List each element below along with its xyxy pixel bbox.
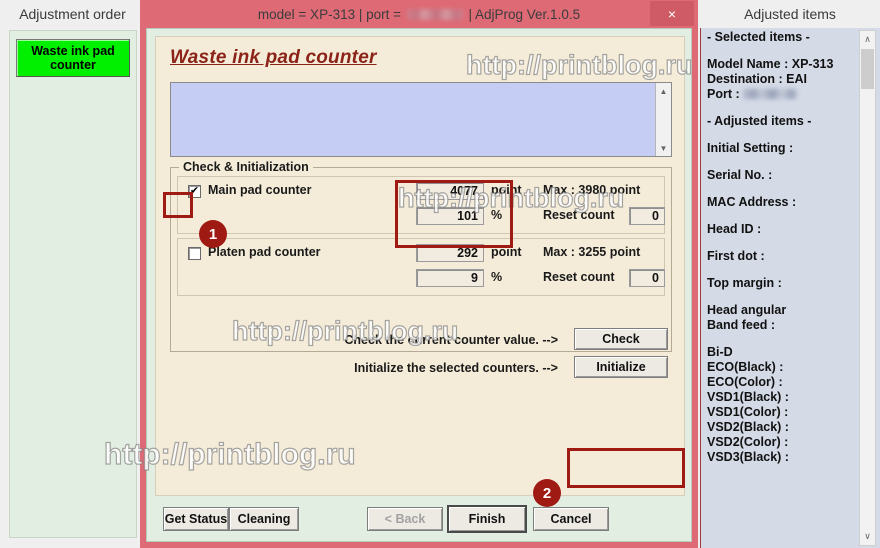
scrollbar-thumb[interactable] <box>861 49 874 89</box>
adjustment-order-list: Waste ink pad counter <box>9 30 137 538</box>
list-item-head-id: Head ID : <box>707 222 762 236</box>
platen-pad-percent-unit: % <box>491 270 503 284</box>
adjprog-dialog: model = XP-313 | port = | AdjProg Ver.1.… <box>140 0 698 548</box>
main-pad-percent-unit: % <box>491 208 503 222</box>
selected-items-heading: - Selected items - <box>707 30 810 44</box>
main-pad-percent-field[interactable]: 101 <box>416 207 484 225</box>
dialog-button-bar: Get Status Cleaning < Back Finish Cancel <box>155 505 685 537</box>
platen-pad-reset-label: Reset count <box>543 270 615 284</box>
scroll-up-icon[interactable]: ∧ <box>860 31 875 48</box>
list-item-initial-setting: Initial Setting : <box>707 141 794 155</box>
list-item-top-margin: Top margin : <box>707 276 782 290</box>
list-item-head-angular: Head angular <box>707 303 787 317</box>
platen-pad-reset-field[interactable]: 0 <box>629 269 665 287</box>
scroll-down-icon[interactable]: ▼ <box>656 140 671 156</box>
main-pad-point-unit: point <box>491 183 522 197</box>
bid-heading: Bi-D <box>707 345 733 359</box>
check-instruction-text: Check the current counter value. --> <box>344 333 558 347</box>
close-icon[interactable]: × <box>650 1 694 26</box>
list-item-vsd1-color: VSD1(Color) : <box>707 405 789 419</box>
list-item-eco-color: ECO(Color) : <box>707 375 783 389</box>
cleaning-button[interactable]: Cleaning <box>229 507 299 531</box>
check-button[interactable]: Check <box>574 328 668 350</box>
list-item-band-feed: Band feed : <box>707 318 776 332</box>
adjusted-items-box: - Selected items - Model Name : XP-313 D… <box>700 28 880 548</box>
main-pad-counter-row: ✔ Main pad counter 4077 point Max : 3980… <box>177 176 665 234</box>
port-redacted-blur-sidebar <box>743 89 798 99</box>
list-item-vsd1-black: VSD1(Black) : <box>707 390 789 404</box>
adjusted-items-header: Adjusted items <box>744 6 836 22</box>
log-textarea[interactable]: ▲ ▼ <box>170 82 672 157</box>
platen-pad-point-unit: point <box>491 245 522 259</box>
sidebar-item-waste-ink-pad-counter[interactable]: Waste ink pad counter <box>16 39 130 77</box>
list-item-first-dot: First dot : <box>707 249 765 263</box>
dialog-title-suffix: | AdjProg Ver.1.0.5 <box>464 6 581 22</box>
main-pad-point-field[interactable]: 4077 <box>416 182 484 200</box>
list-item-mac-address: MAC Address : <box>707 195 797 209</box>
platen-pad-max-label: Max : 3255 point <box>543 245 641 259</box>
list-item-vsd2-color: VSD2(Color) : <box>707 435 789 449</box>
platen-pad-counter-checkbox[interactable] <box>188 247 201 260</box>
cancel-button[interactable]: Cancel <box>533 507 609 531</box>
dialog-title: model = XP-313 | port = | AdjProg Ver.1.… <box>258 7 580 22</box>
platen-pad-counter-label: Platen pad counter <box>208 245 321 259</box>
annotation-badge-1: 1 <box>199 220 227 248</box>
log-scrollbar[interactable]: ▲ ▼ <box>655 83 671 156</box>
dialog-titlebar: model = XP-313 | port = | AdjProg Ver.1.… <box>140 0 698 28</box>
port-label: Port : <box>707 87 744 101</box>
main-pad-reset-label: Reset count <box>543 208 615 222</box>
get-status-button[interactable]: Get Status <box>163 507 229 531</box>
page-title: Waste ink pad counter <box>170 47 377 68</box>
main-pad-counter-checkbox[interactable]: ✔ <box>188 185 201 198</box>
list-item-eco-black: ECO(Black) : <box>707 360 784 374</box>
check-initialization-groupbox: Check & Initialization ✔ Main pad counte… <box>170 160 672 352</box>
main-pad-counter-label: Main pad counter <box>208 183 312 197</box>
port-value: Port : <box>707 87 854 101</box>
list-item-serial-no: Serial No. : <box>707 168 773 182</box>
destination-value: Destination : EAI <box>707 72 808 86</box>
scroll-up-icon[interactable]: ▲ <box>656 83 671 99</box>
groupbox-legend: Check & Initialization <box>179 160 313 174</box>
back-button: < Back <box>367 507 443 531</box>
initialize-instruction-text: Initialize the selected counters. --> <box>354 361 558 375</box>
port-redacted-blur <box>406 8 463 20</box>
adjusted-items-heading: - Adjusted items - <box>707 114 812 128</box>
platen-pad-point-field[interactable]: 292 <box>416 244 484 262</box>
main-pad-max-label: Max : 3980 point <box>543 183 641 197</box>
waste-ink-pad-content-panel: Waste ink pad counter ▲ ▼ Check & Initia… <box>155 36 685 496</box>
main-pad-reset-field[interactable]: 0 <box>629 207 665 225</box>
adjusted-items-panel: Adjusted items - Selected items - Model … <box>700 0 880 548</box>
adjustment-order-panel: Adjustment order Waste ink pad counter <box>0 0 145 548</box>
platen-pad-percent-field[interactable]: 9 <box>416 269 484 287</box>
adjusted-items-scrollbar[interactable]: ∧ ∨ <box>859 30 876 546</box>
finish-button[interactable]: Finish <box>447 505 527 533</box>
adjustment-order-header: Adjustment order <box>0 0 145 28</box>
platen-pad-counter-row: Platen pad counter 292 point Max : 3255 … <box>177 238 665 296</box>
initialize-button[interactable]: Initialize <box>574 356 668 378</box>
dialog-body: Waste ink pad counter ▲ ▼ Check & Initia… <box>146 28 692 542</box>
screenshot-root: Adjustment order Waste ink pad counter m… <box>0 0 880 548</box>
scroll-down-icon[interactable]: ∨ <box>860 528 875 545</box>
annotation-badge-2: 2 <box>533 479 561 507</box>
list-item-vsd3-black: VSD3(Black) : <box>707 450 789 464</box>
adjusted-items-list: - Selected items - Model Name : XP-313 D… <box>707 30 854 546</box>
model-name-value: Model Name : XP-313 <box>707 57 834 71</box>
dialog-title-model: model = XP-313 | port = <box>257 6 405 22</box>
list-item-vsd2-black: VSD2(Black) : <box>707 420 789 434</box>
